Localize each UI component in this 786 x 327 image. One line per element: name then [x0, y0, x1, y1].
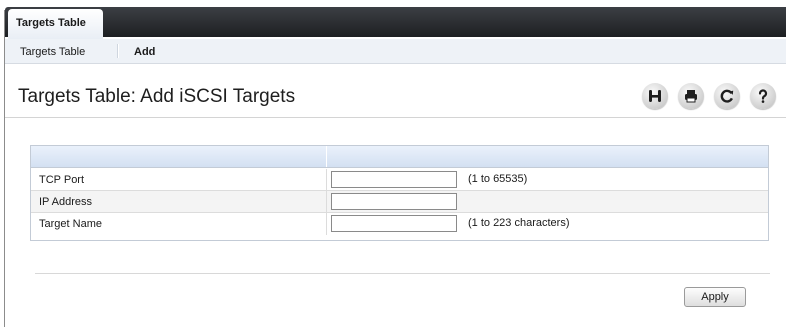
tcp-port-hint: (1 to 65535) — [468, 173, 528, 185]
apply-button[interactable]: Apply — [684, 287, 746, 307]
table-header — [31, 146, 768, 168]
tcp-port-input[interactable] — [331, 171, 457, 188]
target-name-input[interactable] — [331, 215, 457, 232]
subnav-item-add[interactable]: Add — [134, 46, 155, 58]
form-row-ip-address: IP Address — [31, 191, 768, 213]
column-divider — [326, 213, 327, 235]
ip-address-label: IP Address — [39, 196, 92, 208]
target-name-label: Target Name — [39, 218, 102, 230]
footer-divider — [35, 273, 770, 274]
tab-targets-table[interactable]: Targets Table — [8, 9, 103, 39]
column-divider — [326, 191, 327, 213]
title-divider — [5, 117, 786, 118]
column-divider — [326, 169, 327, 191]
target-name-hint: (1 to 223 characters) — [468, 217, 570, 229]
subnav-item-targets-table[interactable]: Targets Table — [20, 46, 85, 58]
page-title: Targets Table: Add iSCSI Targets — [18, 86, 296, 107]
add-target-form-table: TCP Port (1 to 65535) IP Address Target … — [30, 145, 769, 241]
top-tab-bar — [5, 7, 786, 37]
help-icon[interactable] — [750, 83, 776, 109]
save-icon[interactable] — [642, 83, 668, 109]
sub-navigation: Targets Table Add — [5, 39, 786, 64]
print-icon[interactable] — [678, 83, 704, 109]
refresh-icon[interactable] — [714, 83, 740, 109]
subnav-separator — [118, 44, 119, 58]
form-row-tcp-port: TCP Port (1 to 65535) — [31, 169, 768, 191]
form-row-target-name: Target Name (1 to 223 characters) — [31, 213, 768, 235]
header-column-divider — [326, 146, 327, 167]
ip-address-input[interactable] — [331, 193, 457, 210]
tcp-port-label: TCP Port — [39, 174, 85, 186]
